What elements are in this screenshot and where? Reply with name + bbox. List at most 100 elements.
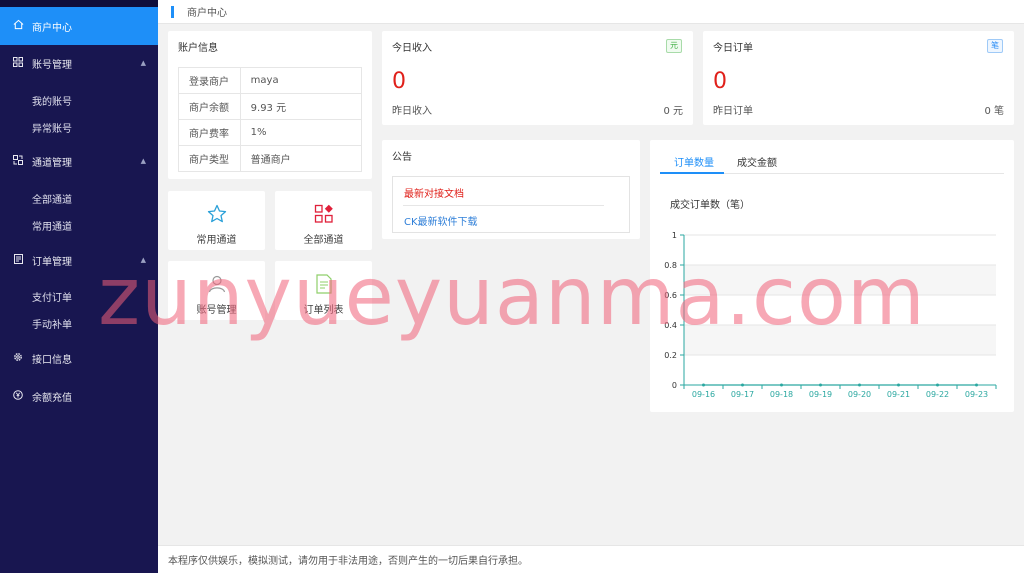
- tile-label: 订单列表: [303, 305, 344, 316]
- gear-icon: [12, 352, 24, 365]
- yesterday-orders-value: 0 笔: [984, 106, 1004, 117]
- table-row: 商户费率 1%: [178, 119, 363, 146]
- apps-icon: [314, 203, 334, 225]
- table-cell-key: 登录商户: [178, 67, 241, 94]
- table-row: 登录商户 maya: [178, 67, 363, 94]
- home-icon: [12, 19, 24, 33]
- account-info-table: 登录商户 maya 商户余额 9.93 元 商户费率 1% 商户类型 普通商户: [178, 67, 363, 172]
- y-tick-label: 1: [672, 231, 677, 240]
- order-chart-card: 订单数量 成交金额 成交订单数（笔） 0 0.2 0.4 0.6 0.8 1 09-16 09…: [650, 140, 1014, 412]
- table-cell-value: 9.93 元: [239, 93, 363, 120]
- data-point: [936, 383, 939, 387]
- card-title: 账户信息: [178, 43, 218, 54]
- table-row: 商户类型 普通商户: [178, 145, 363, 172]
- sidebar-item-account-management[interactable]: 账号管理 ▲: [0, 53, 158, 73]
- breadcrumb[interactable]: 商户中心: [187, 4, 227, 19]
- x-tick-label: 09-16: [692, 390, 715, 399]
- x-tick-label: 09-18: [770, 390, 793, 399]
- today-income-card: 今日收入 元 0 昨日收入 0 元: [382, 31, 693, 125]
- chevron-up-icon: ▲: [140, 157, 146, 165]
- shortcut-order-list[interactable]: 订单列表: [275, 261, 372, 320]
- notice-list: 最新对接文档 CK最新软件下载: [392, 176, 630, 233]
- x-tick-label: 09-21: [887, 390, 910, 399]
- grid-band: [684, 265, 996, 295]
- card-title: 今日收入: [392, 43, 432, 54]
- sidebar-item-abnormal-account[interactable]: 异常账号: [32, 120, 72, 135]
- x-tick-label: 09-22: [926, 390, 949, 399]
- list-doc-icon: [315, 273, 333, 295]
- card-title: 今日订单: [713, 43, 753, 54]
- data-point: [858, 383, 861, 387]
- yesterday-income-label: 昨日收入: [392, 106, 432, 117]
- sidebar-item-payment-orders[interactable]: 支付订单: [32, 289, 72, 304]
- sidebar-item-label: 通道管理: [32, 157, 72, 169]
- sidebar-item-my-account[interactable]: 我的账号: [32, 93, 72, 108]
- data-point: [897, 383, 900, 387]
- sidebar-item-label: 接口信息: [32, 354, 72, 366]
- sidebar-item-label: 商户中心: [32, 22, 72, 34]
- unit-badge: 笔: [987, 39, 1003, 53]
- yesterday-orders-label: 昨日订单: [713, 106, 753, 117]
- line-chart: 0 0.2 0.4 0.6 0.8 1 09-16 09-17 09-18 09-19 09-20 0…: [664, 231, 997, 399]
- card-title: 公告: [392, 152, 412, 163]
- channel-icon: [12, 154, 24, 168]
- tile-label: 全部通道: [303, 235, 344, 246]
- tile-label: 账号管理: [196, 305, 237, 316]
- sidebar-item-api-info[interactable]: 接口信息: [0, 348, 158, 368]
- chevron-up-icon: ▲: [140, 59, 146, 67]
- yen-icon: [12, 389, 24, 403]
- table-cell-value: 普通商户: [239, 145, 363, 172]
- notice-card: 公告 最新对接文档 CK最新软件下载: [382, 140, 640, 239]
- x-tick-label: 09-23: [965, 390, 988, 399]
- sidebar-topbar: [0, 0, 158, 7]
- today-income-value: 0: [392, 69, 406, 94]
- table-cell-key: 商户余额: [178, 93, 241, 120]
- chevron-up-icon: ▲: [140, 256, 146, 264]
- today-orders-value: 0: [713, 69, 727, 94]
- shortcut-common-channels[interactable]: 常用通道: [168, 191, 265, 250]
- notice-link-api-docs[interactable]: 最新对接文档: [404, 185, 464, 200]
- table-cell-key: 商户费率: [178, 119, 241, 146]
- sidebar-item-label: 余额充值: [32, 392, 72, 404]
- shortcut-all-channels[interactable]: 全部通道: [275, 191, 372, 250]
- y-tick-label: 0.8: [664, 261, 677, 270]
- sidebar-item-merchant-center[interactable]: 商户中心: [0, 7, 158, 45]
- data-point: [975, 383, 978, 387]
- sidebar-item-channel-management[interactable]: 通道管理 ▲: [0, 151, 158, 171]
- user-icon: [207, 273, 227, 295]
- footer-disclaimer: 本程序仅供娱乐，模拟测试，请勿用于非法用途，否则产生的一切后果自行承担。: [158, 545, 1024, 573]
- notice-link-ck-download[interactable]: CK最新软件下载: [404, 213, 478, 228]
- table-cell-value: 1%: [239, 119, 363, 146]
- sidebar-item-common-channels[interactable]: 常用通道: [32, 218, 72, 233]
- grid-band: [684, 325, 996, 355]
- sidebar-item-balance-recharge[interactable]: 余额充值: [0, 386, 158, 406]
- data-point: [702, 383, 705, 387]
- y-tick-label: 0.4: [664, 321, 677, 330]
- data-point: [780, 383, 783, 387]
- top-header: 商户中心: [158, 0, 1024, 24]
- shortcut-account-management[interactable]: 账号管理: [168, 261, 265, 320]
- doc-icon: [12, 253, 24, 267]
- table-cell-key: 商户类型: [178, 145, 241, 172]
- star-icon: [207, 203, 227, 225]
- y-tick-label: 0.2: [664, 351, 677, 360]
- x-tick-label: 09-20: [848, 390, 871, 399]
- divider: [403, 205, 604, 206]
- sidebar-item-all-channels[interactable]: 全部通道: [32, 191, 72, 206]
- sidebar-item-manual-reissue[interactable]: 手动补单: [32, 316, 72, 331]
- data-point: [819, 383, 822, 387]
- breadcrumb-marker: [171, 5, 174, 18]
- y-tick-label: 0.6: [664, 291, 677, 300]
- table-cell-value: maya: [239, 67, 363, 94]
- table-row: 商户余额 9.93 元: [178, 93, 363, 120]
- today-orders-card: 今日订单 笔 0 昨日订单 0 笔: [703, 31, 1014, 125]
- unit-badge: 元: [666, 39, 682, 53]
- sidebar-item-label: 账号管理: [32, 59, 72, 71]
- grid-icon: [12, 56, 24, 70]
- sidebar: 商户中心 账号管理 ▲ 我的账号 异常账号 通道管理 ▲ 全部通道 常用通道 订…: [0, 0, 158, 573]
- data-point: [741, 383, 744, 387]
- x-tick-label: 09-19: [809, 390, 832, 399]
- x-tick-label: 09-17: [731, 390, 754, 399]
- sidebar-item-order-management[interactable]: 订单管理 ▲: [0, 250, 158, 270]
- tile-label: 常用通道: [196, 235, 237, 246]
